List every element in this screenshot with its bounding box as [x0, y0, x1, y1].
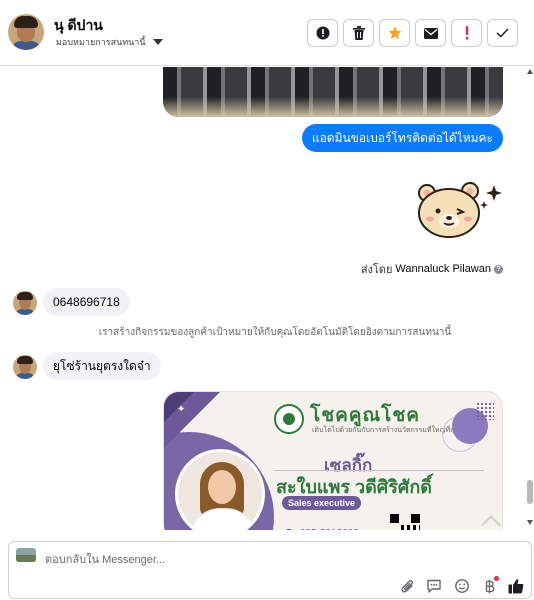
caret-down-icon [152, 39, 163, 45]
sent-by-name: Wannaluck Pilawan [395, 263, 491, 275]
thumbs-up-icon [508, 579, 524, 594]
emoji-button[interactable] [453, 577, 471, 595]
card-role: Sales executive [282, 496, 362, 510]
follow-up-button[interactable] [451, 19, 482, 47]
like-button[interactable] [507, 577, 525, 595]
paperclip-icon [401, 579, 414, 593]
scrollbar-track[interactable] [526, 67, 534, 530]
envelope-icon [423, 27, 438, 39]
sent-by-prefix: ส่งโดย [360, 264, 393, 276]
mark-unread-button[interactable] [415, 19, 446, 47]
business-card-image[interactable]: ✦ โชคคูณโชค เติบโตไปด้วยกันกับการสร้างนว… [163, 391, 503, 530]
system-notice: เราสร้างกิจกรรมของลูกค้าเป้าหมายให้กับคุ… [98, 327, 452, 338]
bear-sticker[interactable] [410, 179, 504, 243]
help-icon[interactable]: ? [494, 264, 503, 274]
payment-button[interactable] [481, 576, 499, 595]
star-button[interactable] [379, 19, 410, 47]
incoming-message[interactable]: ยุโซ่ร้านยุตรงใดจ๋า [43, 352, 161, 380]
saved-replies-button[interactable] [425, 577, 443, 595]
alert-circle-icon [316, 26, 329, 40]
scroll-down-arrow-icon[interactable] [527, 520, 533, 525]
profile-photo [175, 449, 265, 530]
qr-code [390, 514, 420, 530]
mark-spam-button[interactable] [307, 19, 338, 47]
reply-input[interactable] [45, 552, 345, 568]
card-phone: 095-5813093 [284, 528, 359, 530]
smiley-icon [455, 579, 469, 593]
star-icon [388, 26, 401, 39]
chevron-up-icon [481, 515, 501, 530]
outgoing-message[interactable]: แอดมินขอเบอร์โทรติดต่อได้ไหมคะ [301, 124, 503, 152]
assign-conversation-label: มอบหมายการสนทนานี้ [56, 37, 146, 47]
baht-icon [485, 579, 495, 593]
contact-avatar[interactable] [8, 14, 44, 50]
sent-by-info: ส่งโดย Wannaluck Pilawan ? [361, 260, 503, 278]
exclamation-icon [465, 26, 468, 40]
card-tagline: เติบโตไปด้วยกันกับการสร้างนวัตกรรมที่ใหญ… [312, 427, 459, 434]
message-thread[interactable]: แอดมินขอเบอร์โทรติดต่อได้ไหมคะ ส่งโดย Wa… [0, 67, 526, 530]
incoming-message[interactable]: 0648696718 [43, 288, 130, 316]
contact-avatar-small[interactable] [13, 355, 37, 379]
contact-avatar-small[interactable] [13, 291, 37, 315]
shared-image[interactable] [163, 67, 503, 117]
scroll-up-arrow-icon[interactable] [527, 69, 533, 74]
chat-bubble-icon [427, 579, 441, 593]
brand-logo [274, 404, 304, 434]
assign-conversation-dropdown[interactable]: มอบหมายการสนทนานี้ [56, 35, 163, 49]
trash-icon [352, 26, 365, 40]
checkmark-icon [496, 28, 509, 38]
notification-dot [494, 576, 499, 581]
done-button[interactable] [487, 19, 518, 47]
sparkle-icon: ✦ [177, 404, 186, 415]
page-avatar [16, 548, 36, 562]
delete-button[interactable] [343, 19, 374, 47]
card-phone-number: 095-5813093 [300, 528, 359, 530]
attach-button[interactable] [399, 577, 417, 595]
conversation-header: นุ ดีปาน มอบหมายการสนทนานี้ [0, 0, 534, 66]
phone-icon [284, 528, 294, 530]
reply-composer [8, 541, 532, 599]
scrollbar-thumb[interactable] [527, 480, 533, 504]
contact-name[interactable]: นุ ดีปาน [54, 15, 103, 37]
